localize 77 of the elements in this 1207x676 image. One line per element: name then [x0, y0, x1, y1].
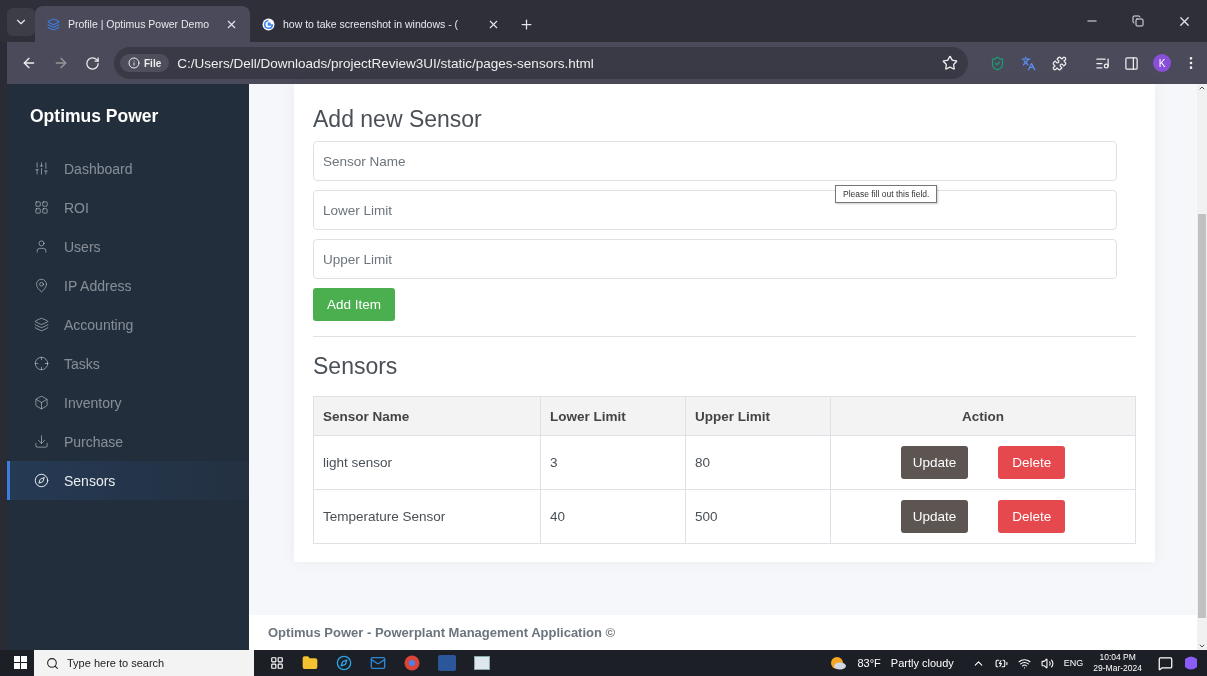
- shield-icon[interactable]: [990, 55, 1005, 71]
- sidebar-item[interactable]: Purchase: [7, 422, 249, 461]
- table-cell: Temperature Sensor: [313, 489, 541, 544]
- footer-text: Optimus Power - Powerplant Management Application ©: [249, 615, 1197, 650]
- volume-icon[interactable]: [1040, 656, 1054, 670]
- map-pin-icon: [34, 278, 49, 293]
- windows-start-icon[interactable]: [14, 656, 28, 670]
- table-cell: 3: [540, 435, 686, 490]
- input-field[interactable]: Upper Limit: [313, 239, 1117, 279]
- compass-icon: [34, 473, 49, 488]
- folder-icon[interactable]: [302, 655, 318, 671]
- update-button[interactable]: Update: [900, 500, 969, 533]
- language-indicator[interactable]: ENG: [1063, 658, 1084, 668]
- section-title: Sensors: [313, 353, 399, 380]
- translate-icon[interactable]: [1021, 55, 1036, 71]
- table-cell: 80: [685, 435, 831, 490]
- sliders-icon: [34, 161, 49, 176]
- wifi-icon[interactable]: [1017, 656, 1031, 670]
- sidebar-item[interactable]: Accounting: [7, 305, 249, 344]
- sidebar-item[interactable]: Inventory: [7, 383, 249, 422]
- notifications-icon[interactable]: [1158, 655, 1173, 671]
- task-view-icon[interactable]: [270, 656, 284, 670]
- update-button[interactable]: Update: [900, 446, 969, 479]
- weather-text: Partly cloudy: [890, 657, 954, 669]
- mail-icon[interactable]: [370, 655, 386, 671]
- box-icon: [34, 395, 49, 410]
- layers-icon: [34, 317, 49, 332]
- taskbar-search[interactable]: Type here to search: [34, 650, 254, 676]
- delete-button[interactable]: Delete: [998, 500, 1066, 533]
- input-field[interactable]: Sensor Name: [313, 141, 1117, 181]
- browser-tab[interactable]: Profile | Optimus Power Demo: [35, 6, 250, 42]
- sidebar-item[interactable]: Tasks: [7, 344, 249, 383]
- profile-avatar[interactable]: K: [1153, 54, 1171, 72]
- forward-icon[interactable]: [53, 55, 69, 71]
- plus-icon: [518, 16, 534, 32]
- grid-icon: [34, 200, 49, 215]
- column-header: Sensor Name: [313, 396, 541, 436]
- extensions-icon[interactable]: [1052, 55, 1067, 71]
- sidebar-item[interactable]: IP Address: [7, 266, 249, 305]
- scroll-down-icon[interactable]: [1198, 642, 1206, 650]
- table-cell: light sensor: [313, 435, 541, 490]
- form-title: Add new Sensor: [313, 106, 483, 133]
- sidebar-item[interactable]: Users: [7, 227, 249, 266]
- media-icon[interactable]: [1095, 55, 1110, 71]
- table-cell: 500: [685, 489, 831, 544]
- brand-title: Optimus Power: [29, 106, 160, 128]
- layers-icon: [47, 17, 60, 31]
- sidebar-item[interactable]: Dashboard: [7, 149, 249, 188]
- sidebar-item[interactable]: ROI: [7, 188, 249, 227]
- temperature-text: 83°F: [857, 657, 881, 669]
- side-panel-icon[interactable]: [1124, 55, 1139, 71]
- site-info-badge[interactable]: File: [120, 54, 170, 72]
- clock[interactable]: 10:04 PM 29-Mar-2024: [1093, 652, 1142, 674]
- scroll-up-icon[interactable]: [1198, 84, 1206, 92]
- bookmark-star-icon[interactable]: [942, 55, 958, 71]
- scrollbar-thumb[interactable]: [1198, 214, 1206, 618]
- column-header: Upper Limit: [685, 396, 831, 436]
- g-logo-icon: [262, 17, 275, 31]
- column-header: Action: [830, 396, 1136, 436]
- add-item-button[interactable]: Add Item: [313, 288, 396, 321]
- browser-tab[interactable]: how to take screenshot in windows - (: [250, 6, 512, 42]
- delete-button[interactable]: Delete: [998, 446, 1066, 479]
- browser-icon[interactable]: [336, 655, 352, 671]
- table-cell: 40: [540, 489, 686, 544]
- address-bar[interactable]: File C:/Users/Dell/Downloads/projectReview3UI/static/pages-sensors.html: [114, 47, 968, 79]
- restore-icon: [1132, 15, 1144, 27]
- url-text: C:/Users/Dell/Downloads/projectReview3UI/static/pages-sensors.html: [177, 55, 595, 71]
- user-icon: [34, 239, 49, 254]
- download-icon: [34, 434, 49, 449]
- crosshair-icon: [34, 356, 49, 371]
- column-header: Lower Limit: [540, 396, 686, 436]
- back-icon[interactable]: [21, 55, 37, 71]
- search-icon: [46, 656, 59, 670]
- sidebar-item[interactable]: Sensors: [7, 461, 249, 500]
- reload-icon[interactable]: [85, 55, 100, 71]
- validation-tooltip: Please fill out this field.: [835, 185, 938, 203]
- weather-icon: [829, 656, 848, 670]
